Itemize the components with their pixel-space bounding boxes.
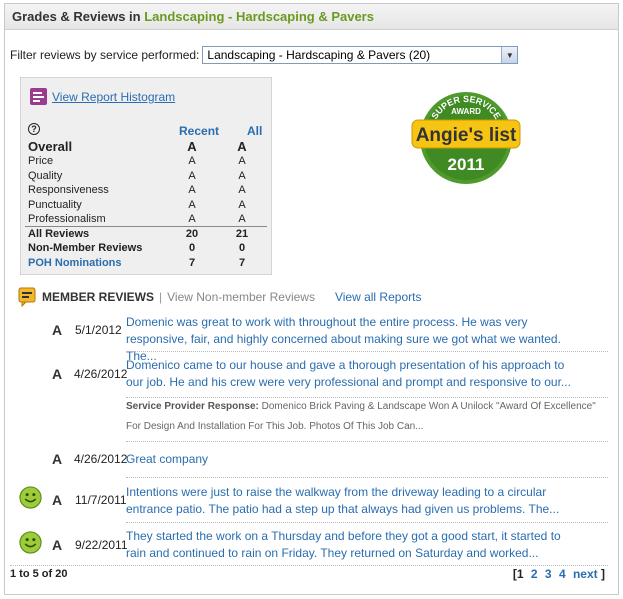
histogram-link-row[interactable]: View Report Histogram	[30, 88, 175, 105]
reviews-header: MEMBER REVIEWS | View Non-member Reviews…	[18, 287, 421, 307]
header-title-category: Landscaping - Hardscaping & Pavers	[144, 9, 374, 24]
grade-row-price: Price A A	[25, 154, 267, 169]
filter-label: Filter reviews by service performed:	[10, 48, 200, 62]
grade-summary-box: View Report Histogram ? Recent All Overa…	[20, 77, 272, 275]
grade-recent: A	[187, 138, 197, 154]
total-row-non-member: Non-Member Reviews 0 0	[25, 241, 267, 256]
tab-separator: |	[159, 290, 163, 304]
review-grade: A	[52, 537, 63, 553]
grade-recent: A	[188, 198, 196, 211]
review-grade: A	[52, 322, 63, 338]
review-text-link[interactable]: Intentions were just to raise the walkwa…	[126, 484, 576, 518]
page-3-link[interactable]: 3	[545, 567, 552, 581]
page-2-link[interactable]: 2	[531, 567, 538, 581]
super-service-award-badge: SUPER SERVICE AWARD Angie's list 2011	[411, 92, 521, 184]
grade-label: Overall	[28, 138, 73, 154]
review-date: 9/22/2011	[75, 538, 128, 552]
review-grade: A	[52, 492, 63, 508]
review-text-link[interactable]: Domenico came to our house and gave a th…	[126, 357, 576, 391]
smiley-face-icon	[19, 486, 42, 509]
review-divider	[126, 441, 608, 442]
grade-all: A	[238, 169, 246, 182]
grade-recent: A	[188, 155, 196, 168]
view-all-reports-link[interactable]: View all Reports	[335, 290, 421, 304]
review-divider	[126, 477, 608, 478]
review-date: 4/26/2012	[74, 367, 128, 381]
non-member-reviews-link[interactable]: View Non-member Reviews	[167, 290, 315, 304]
service-provider-response: Service Provider Response: Domenico Bric…	[126, 397, 608, 437]
review-date: 11/7/2011	[75, 493, 127, 507]
total-row-poh-nominations[interactable]: POH Nominations 7 7	[25, 256, 267, 271]
col-header-recent: Recent	[179, 124, 220, 138]
filter-selected-value: Landscaping - Hardscaping & Pavers (20)	[207, 48, 431, 62]
grade-recent: A	[188, 169, 196, 182]
grade-label: Punctuality	[28, 198, 82, 211]
grade-label: Quality	[28, 169, 63, 182]
grade-label: Professionalism	[28, 213, 106, 225]
grade-recent: A	[188, 184, 196, 197]
grade-row-punctuality: Punctuality A A	[25, 198, 267, 213]
view-report-histogram-link[interactable]: View Report Histogram	[52, 90, 175, 104]
histogram-icon[interactable]	[30, 88, 47, 105]
review-divider	[126, 522, 608, 523]
total-recent: 20	[167, 226, 217, 241]
service-filter: Filter reviews by service performed: Lan…	[10, 46, 519, 64]
pager-close-bracket: ]	[601, 567, 605, 581]
grade-all: A	[238, 198, 246, 211]
grade-all: A	[238, 213, 246, 225]
grade-all: A	[237, 138, 247, 154]
review-text-link[interactable]: They started the work on a Thursday and …	[126, 528, 576, 562]
grade-label: Price	[28, 155, 54, 168]
total-recent: 0	[188, 242, 196, 255]
next-page-link[interactable]: next	[573, 567, 598, 581]
grades-table: Overall A A Price A A Quality A A Respon…	[25, 138, 267, 270]
service-filter-select[interactable]: Landscaping - Hardscaping & Pavers (20) …	[202, 46, 519, 64]
member-reviews-icon	[18, 287, 36, 307]
page-1-current: 1	[516, 567, 524, 581]
member-reviews-tab[interactable]: MEMBER REVIEWS	[42, 290, 154, 304]
total-all: 0	[238, 242, 246, 255]
review-date: 5/1/2012	[75, 323, 122, 337]
grade-row-responsiveness: Responsiveness A A	[25, 183, 267, 198]
grade-row-overall: Overall A A	[25, 138, 267, 154]
total-all: 7	[238, 256, 246, 269]
badge-mid-text: AWARD	[451, 107, 481, 116]
footer-divider	[10, 565, 608, 566]
grade-recent: A	[188, 213, 196, 225]
review-text-link[interactable]: Great company	[126, 451, 576, 468]
header-title-prefix: Grades & Reviews in	[12, 9, 145, 24]
review-grade: A	[52, 451, 63, 467]
total-label: Non-Member Reviews	[28, 242, 143, 255]
pagination: [1 2 3 4 next ]	[513, 567, 605, 581]
badge-year-text: 2011	[448, 155, 485, 174]
review-grade: A	[52, 366, 63, 382]
col-header-all: All	[247, 124, 263, 138]
dropdown-arrow-icon[interactable]: ▼	[501, 47, 518, 63]
total-label: All Reviews	[25, 226, 167, 241]
smiley-face-icon	[19, 531, 42, 554]
badge-brand-text: Angie's list	[416, 125, 517, 146]
total-row-all-reviews: All Reviews 20 21	[25, 226, 267, 241]
panel-header: Grades & Reviews in Landscaping - Hardsc…	[5, 4, 618, 30]
review-date: 4/26/2012	[74, 452, 128, 466]
grade-row-quality: Quality A A	[25, 169, 267, 184]
grade-label: Responsiveness	[28, 184, 109, 197]
total-all: 21	[217, 226, 267, 241]
results-range: 1 to 5 of 20	[10, 568, 68, 580]
grade-row-professionalism: Professionalism A A	[25, 212, 267, 227]
grade-all: A	[238, 184, 246, 197]
poh-nominations-link[interactable]: POH Nominations	[25, 256, 167, 271]
total-recent: 7	[188, 256, 196, 269]
page-4-link[interactable]: 4	[559, 567, 566, 581]
review-divider	[126, 351, 608, 352]
grade-all: A	[238, 155, 246, 168]
sp-response-label: Service Provider Response:	[126, 401, 259, 412]
question-icon[interactable]: ?	[28, 123, 40, 135]
